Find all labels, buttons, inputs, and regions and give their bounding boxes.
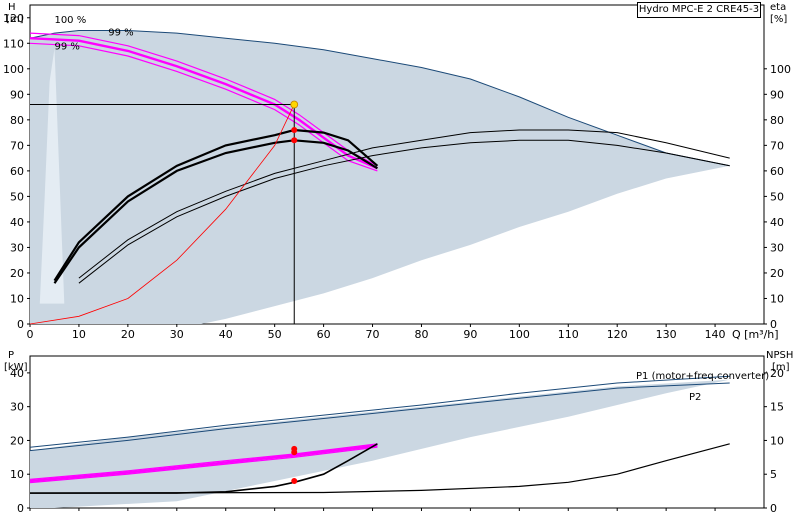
y-right-tick-label: 20	[770, 267, 784, 280]
p-axis-unit: [kW]	[4, 362, 28, 373]
x-tick-label: 30	[170, 328, 184, 341]
x-tick-label: 40	[219, 328, 233, 341]
x-tick-label: 100	[509, 328, 530, 341]
npsh-tick-label: 0	[770, 502, 777, 515]
p-tick-label: 0	[17, 502, 24, 515]
y-right-axis-unit: [%]	[770, 14, 787, 25]
duty-point-marker	[290, 100, 299, 109]
operating-point-marker	[291, 127, 298, 134]
x-tick-label: 90	[463, 328, 477, 341]
x-tick-label: 50	[268, 328, 282, 341]
p-tick-label: 10	[10, 468, 24, 481]
x-tick-label: 80	[414, 328, 428, 341]
x-tick-label: 20	[121, 328, 135, 341]
y-right-axis-name: eta	[770, 2, 786, 13]
x-tick-label: 60	[317, 328, 331, 341]
power-operating-point-marker	[291, 449, 298, 456]
y-left-tick-label: 70	[10, 139, 24, 152]
y-left-axis-name: H	[8, 2, 16, 13]
power-operating-point-marker	[291, 477, 298, 484]
y-left-tick-label: 30	[10, 241, 24, 254]
y-left-tick-label: 0	[17, 318, 24, 331]
y-right-tick-label: 90	[770, 88, 784, 101]
y-left-tick-label: 110	[3, 37, 24, 50]
y-left-tick-label: 80	[10, 114, 24, 127]
npsh-tick-label: 10	[770, 434, 784, 447]
y-right-tick-label: 10	[770, 292, 784, 305]
y-left-tick-label: 60	[10, 165, 24, 178]
p-tick-label: 20	[10, 434, 24, 447]
curve-annotation: 99 %	[108, 28, 133, 39]
legend-p1: P1 (motor+freq.converter)	[636, 371, 769, 382]
pump-curve-chart: 0 10 20 30 40 50 60 70 80 90 100 110 120 130 140 Q [m³/…	[3, 2, 793, 515]
x-tick-label: 0	[27, 328, 34, 341]
p-axis-name: P	[8, 350, 14, 361]
x-tick-label: 120	[607, 328, 628, 341]
curve-annotation: 99 %	[54, 42, 79, 53]
x-tick-label: 10	[72, 328, 86, 341]
y-left-tick-label: 40	[10, 216, 24, 229]
y-left-tick-label: 50	[10, 190, 24, 203]
y-right-tick-label: 40	[770, 216, 784, 229]
y-right-tick-label: 50	[770, 190, 784, 203]
x-tick-label: 110	[558, 328, 579, 341]
y-right-tick-label: 80	[770, 114, 784, 127]
y-left-axis-unit: [m]	[6, 14, 24, 25]
y-left-tick-label: 90	[10, 88, 24, 101]
npsh-tick-label: 5	[770, 468, 777, 481]
operating-point-marker	[291, 137, 298, 144]
x-tick-label: 140	[705, 328, 726, 341]
y-right-tick-label: 70	[770, 139, 784, 152]
chart-title: Hydro MPC-E 2 CRE45-3	[637, 2, 761, 18]
legend-p2: P2	[689, 392, 701, 403]
p-tick-label: 30	[10, 401, 24, 414]
y-right-tick-label: 60	[770, 165, 784, 178]
x-tick-label: 70	[366, 328, 380, 341]
npsh-axis-name: NPSH	[766, 350, 793, 361]
y-right-tick-label: 0	[770, 318, 777, 331]
npsh-axis-unit: [m]	[772, 362, 790, 373]
y-right-tick-label: 30	[770, 241, 784, 254]
y-left-tick-label: 10	[10, 292, 24, 305]
y-left-tick-label: 100	[3, 63, 24, 76]
curve-annotation: 100 %	[54, 15, 86, 26]
y-right-tick-label: 100	[770, 63, 791, 76]
y-left-tick-label: 20	[10, 267, 24, 280]
npsh-tick-label: 15	[770, 401, 784, 414]
x-tick-label: 130	[656, 328, 677, 341]
